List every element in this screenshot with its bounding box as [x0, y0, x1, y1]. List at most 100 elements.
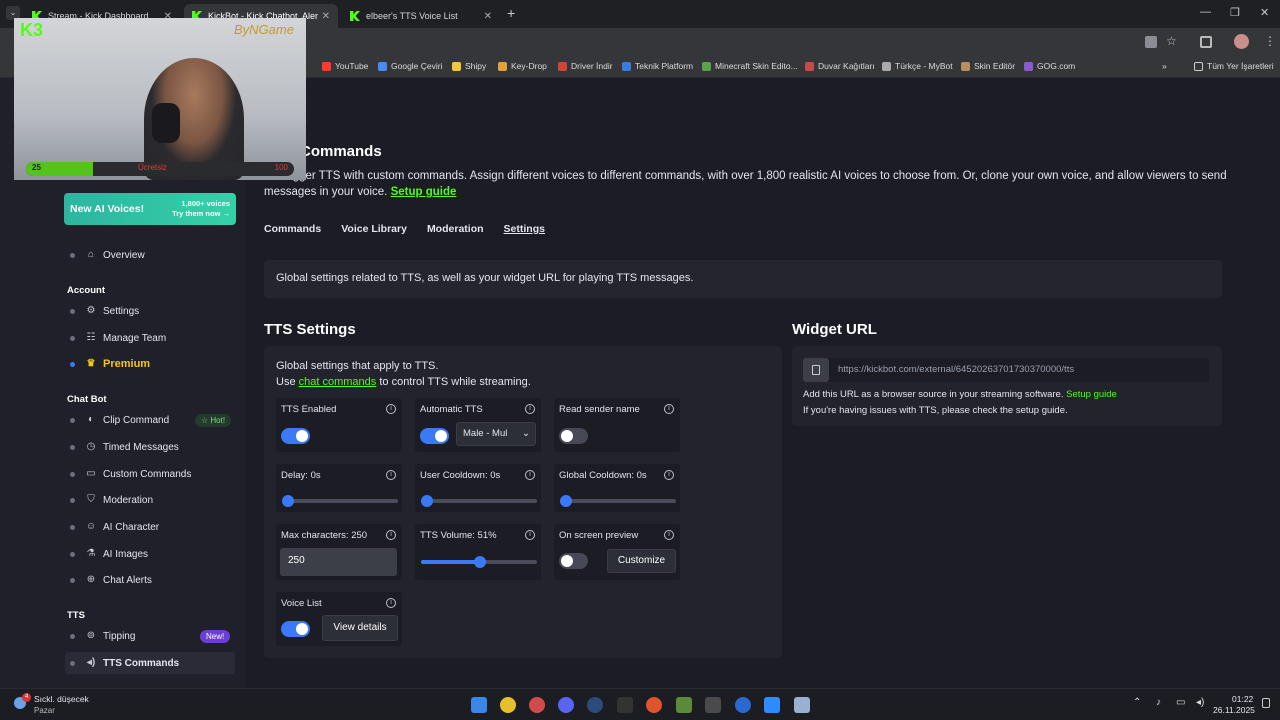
- slider-thumb[interactable]: [474, 556, 487, 568]
- info-icon[interactable]: i: [525, 470, 535, 480]
- sidebar-item-moderation[interactable]: ⛉ Moderation: [70, 492, 153, 508]
- bookmark-label: Driver İndir: [571, 61, 613, 71]
- sidebar-item-ai-images[interactable]: ⚗ AI Images: [70, 546, 148, 562]
- bookmark-driver[interactable]: Driver İndir: [558, 61, 613, 71]
- start-icon[interactable]: [471, 697, 487, 713]
- info-icon[interactable]: i: [386, 598, 396, 608]
- browser-tab[interactable]: elbeer's TTS Voice List ✕: [342, 4, 500, 28]
- sidebar-item-clip-command[interactable]: ◐ Clip Command: [70, 412, 169, 428]
- sidebar-item-timed-messages[interactable]: ◷ Timed Messages: [70, 439, 179, 455]
- bookmark-wallpapers[interactable]: Duvar Kağıtları: [805, 61, 875, 71]
- all-bookmarks-button[interactable]: Tüm Yer İşaretleri: [1194, 61, 1274, 71]
- chat-commands-link[interactable]: chat commands: [299, 376, 377, 388]
- sidebar-item-custom-commands[interactable]: ▭ Custom Commands: [70, 466, 191, 482]
- sidebar-item-settings[interactable]: ⚙ Settings: [70, 303, 139, 319]
- info-icon[interactable]: i: [386, 530, 396, 540]
- sidebar-item-tipping[interactable]: ⊚ Tipping: [70, 628, 135, 644]
- slider-thumb[interactable]: [421, 495, 433, 507]
- weather-widget[interactable]: 4 Sıckl. düşecek Pazar: [14, 693, 134, 717]
- banner-subtext: 1,800+ voices Try them now →: [172, 199, 230, 219]
- clock-time[interactable]: 01:22: [1232, 694, 1253, 704]
- clock-icon: ◷: [86, 441, 96, 452]
- translate-icon[interactable]: [1145, 36, 1157, 48]
- epic-games-icon[interactable]: [617, 697, 633, 713]
- bookmark-minecraft[interactable]: Minecraft Skin Edito...: [702, 61, 798, 71]
- profile-avatar[interactable]: [1234, 34, 1249, 49]
- network-icon[interactable]: ▭: [1176, 697, 1185, 708]
- view-details-button[interactable]: View details: [322, 615, 398, 641]
- tts-enabled-toggle[interactable]: [281, 428, 310, 444]
- voice-list-toggle[interactable]: [281, 621, 310, 637]
- automatic-tts-toggle[interactable]: [420, 428, 449, 444]
- widget-url-field[interactable]: https://kickbot.com/external/64520263701…: [803, 358, 1209, 382]
- sidebar-item-overview[interactable]: ⌂ Overview: [70, 247, 145, 263]
- sidebar-item-manage-team[interactable]: ☷ Manage Team: [70, 330, 166, 346]
- app-icon[interactable]: [735, 697, 751, 713]
- sidebar-item-premium[interactable]: ♛ Premium: [70, 356, 150, 372]
- copy-icon[interactable]: [803, 358, 829, 382]
- slider-thumb[interactable]: [560, 495, 572, 507]
- close-window-icon[interactable]: ✕: [1260, 6, 1269, 19]
- tray-chevron-icon[interactable]: ⌃: [1133, 697, 1141, 708]
- bookmark-youtube[interactable]: YouTube: [322, 61, 368, 71]
- tab-voice-library[interactable]: Voice Library: [341, 223, 407, 235]
- clock-date[interactable]: 26.11.2025: [1213, 705, 1255, 715]
- game-icon[interactable]: [705, 697, 721, 713]
- preview-toggle[interactable]: [559, 553, 588, 569]
- crown-icon: ♛: [86, 358, 96, 369]
- new-tab-button[interactable]: +: [507, 5, 515, 21]
- bookmarks-more-icon[interactable]: »: [1162, 61, 1167, 71]
- discord-icon[interactable]: [558, 697, 574, 713]
- customize-button[interactable]: Customize: [607, 549, 676, 573]
- bookmark-mybot[interactable]: Türkçe - MyBot: [882, 61, 953, 71]
- delay-slider[interactable]: [282, 495, 398, 507]
- close-tab-icon[interactable]: ✕: [484, 11, 492, 22]
- close-tab-icon[interactable]: ✕: [322, 11, 330, 22]
- steam-icon[interactable]: [587, 697, 603, 713]
- max-characters-input[interactable]: 250: [280, 548, 397, 576]
- volume-icon[interactable]: ◂): [1196, 697, 1204, 708]
- sidebar-item-ai-character[interactable]: ☺ AI Character: [70, 519, 159, 535]
- microphone-icon[interactable]: ♪: [1156, 697, 1161, 708]
- info-icon[interactable]: i: [386, 404, 396, 414]
- user-cooldown-slider[interactable]: [421, 495, 537, 507]
- info-icon[interactable]: i: [386, 470, 396, 480]
- bookmark-keydrop[interactable]: Key-Drop: [498, 61, 547, 71]
- slider-thumb[interactable]: [282, 495, 294, 507]
- widget-setup-guide-link[interactable]: Setup guide: [1066, 389, 1117, 400]
- tab-settings[interactable]: Settings: [504, 223, 545, 235]
- automatic-voice-select[interactable]: Male - Mul ⌄: [456, 422, 536, 446]
- tts-volume-slider[interactable]: [421, 556, 537, 568]
- extensions-icon[interactable]: [1200, 36, 1212, 48]
- maximize-icon[interactable]: ❐: [1230, 6, 1240, 19]
- star-icon[interactable]: ☆: [1166, 34, 1177, 48]
- sidebar-item-tts-commands[interactable]: ◂) TTS Commands: [65, 652, 235, 674]
- info-icon[interactable]: i: [664, 470, 674, 480]
- app-icon[interactable]: [794, 697, 810, 713]
- info-icon[interactable]: i: [525, 404, 535, 414]
- global-cooldown-slider[interactable]: [560, 495, 676, 507]
- bookmark-gog[interactable]: GOG.com: [1024, 61, 1075, 71]
- notification-icon[interactable]: [1262, 698, 1270, 708]
- menu-icon[interactable]: ⋮: [1264, 34, 1276, 48]
- sidebar-item-chat-alerts[interactable]: ⊕ Chat Alerts: [70, 572, 152, 588]
- info-icon[interactable]: i: [664, 530, 674, 540]
- app-icon[interactable]: [529, 697, 545, 713]
- info-icon[interactable]: i: [525, 530, 535, 540]
- bookmark-skin-editor[interactable]: Skin Editör: [961, 61, 1015, 71]
- new-ai-voices-banner[interactable]: New AI Voices! 1,800+ voices Try them now…: [64, 193, 236, 225]
- info-icon[interactable]: i: [664, 404, 674, 414]
- bookmark-shipy[interactable]: Shipy: [452, 61, 486, 71]
- minecraft-icon[interactable]: [676, 697, 692, 713]
- chrome-icon[interactable]: [500, 697, 516, 713]
- zoom-icon[interactable]: [764, 697, 780, 713]
- ea-icon[interactable]: [646, 697, 662, 713]
- tab-commands[interactable]: Commands: [264, 223, 321, 235]
- read-sender-toggle[interactable]: [559, 428, 588, 444]
- bookmark-teknik[interactable]: Teknik Platform: [622, 61, 693, 71]
- setup-guide-link[interactable]: Setup guide: [391, 186, 457, 198]
- desc-rest: to control TTS while streaming.: [379, 376, 531, 388]
- minimize-icon[interactable]: —: [1200, 6, 1211, 18]
- tab-moderation[interactable]: Moderation: [427, 223, 484, 235]
- bookmark-google-translate[interactable]: Google Çeviri: [378, 61, 443, 71]
